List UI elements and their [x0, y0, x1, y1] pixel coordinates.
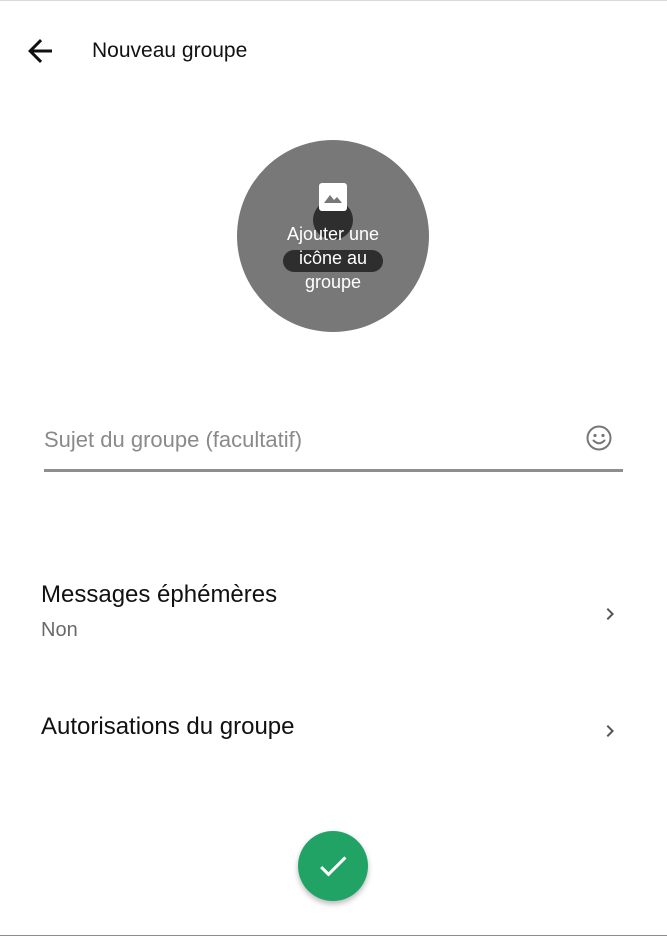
group-subject-field	[44, 415, 623, 472]
add-photo-icon	[319, 183, 347, 211]
group-permissions-row[interactable]: Autorisations du groupe	[0, 701, 667, 771]
check-icon	[320, 856, 347, 877]
arrow-back-icon	[28, 39, 52, 63]
group-permissions-title: Autorisations du groupe	[41, 713, 295, 740]
group-subject-input[interactable]	[44, 423, 564, 457]
chevron-right-icon	[606, 725, 614, 737]
back-button[interactable]	[22, 33, 58, 69]
disappearing-messages-value: Non	[41, 619, 78, 641]
disappearing-messages-row[interactable]: Messages éphémères Non	[0, 571, 667, 661]
disappearing-messages-title: Messages éphémères	[41, 581, 278, 608]
app-header: Nouveau groupe	[0, 1, 667, 101]
page-title: Nouveau groupe	[92, 39, 248, 62]
add-group-icon-label: Ajouter une icône au groupe	[286, 224, 380, 292]
chevron-right-icon	[606, 608, 614, 620]
emoji-icon[interactable]	[584, 423, 614, 453]
group-icon-picker[interactable]: Ajouter une icône au groupe	[237, 140, 429, 332]
confirm-create-group-button[interactable]	[298, 831, 368, 901]
